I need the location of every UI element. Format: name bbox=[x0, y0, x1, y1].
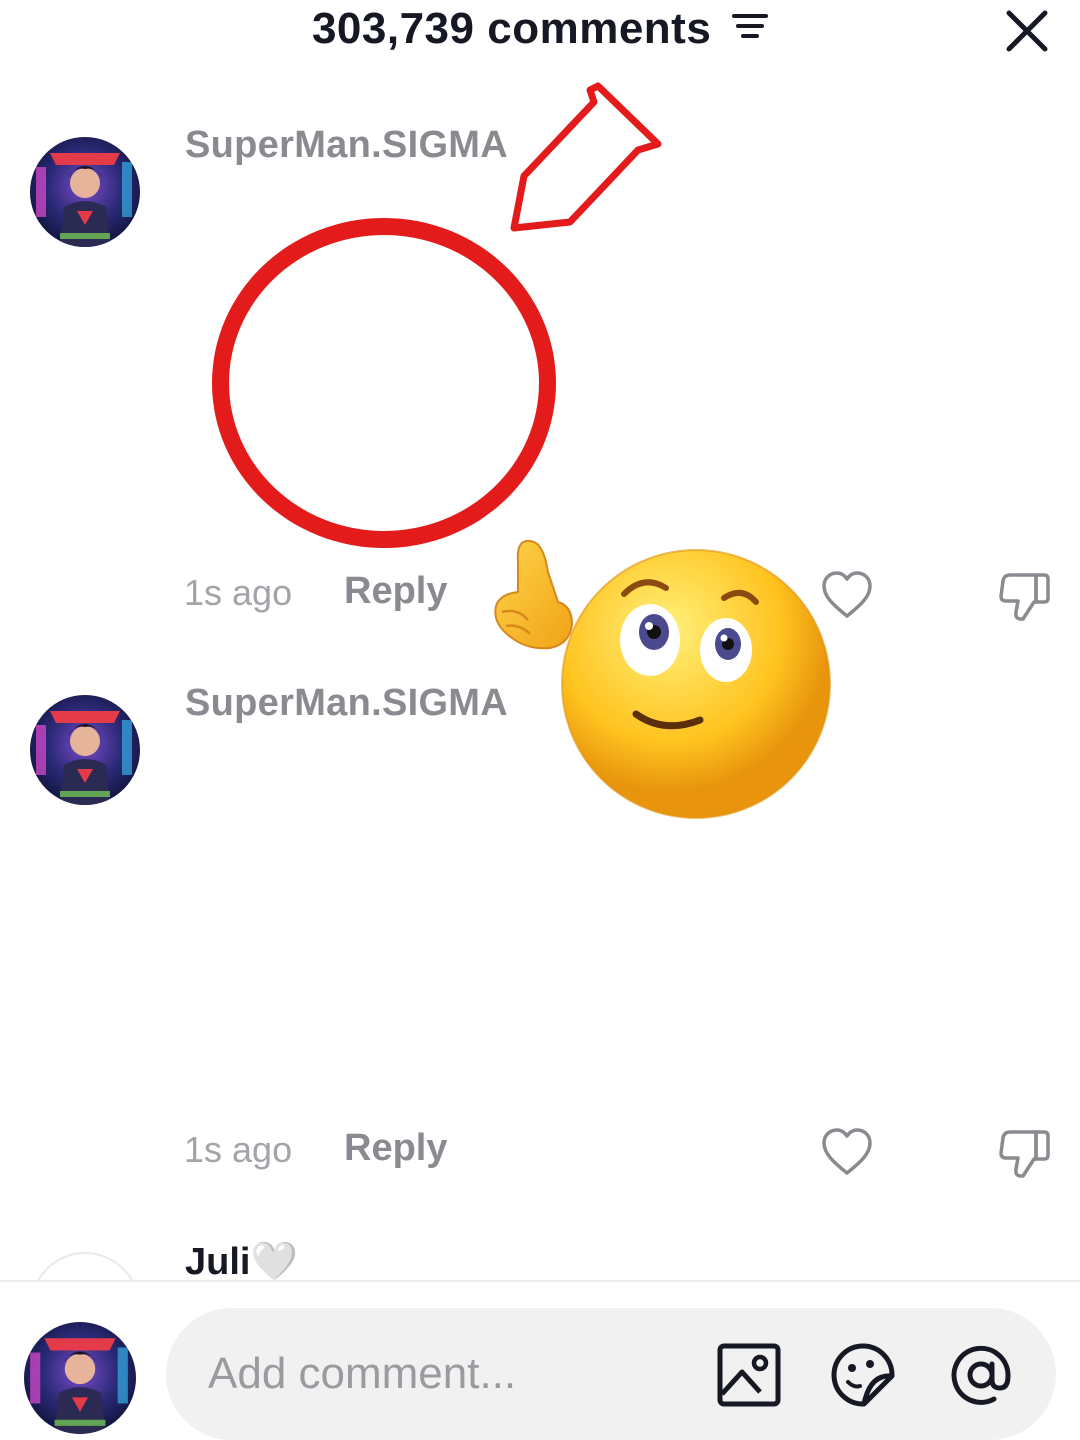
highlight-circle-annotation bbox=[212, 218, 556, 548]
pointing-up-smiley-emoji bbox=[488, 532, 838, 822]
arrow-annotation-icon bbox=[500, 82, 670, 237]
comment-timestamp: 1s ago bbox=[184, 1129, 293, 1170]
image-icon[interactable] bbox=[716, 1342, 782, 1408]
heart-outline-icon[interactable] bbox=[820, 1127, 874, 1177]
thumbs-down-icon[interactable] bbox=[998, 1127, 1052, 1181]
comment-input[interactable] bbox=[208, 1338, 688, 1410]
reply-button[interactable]: Reply bbox=[344, 1127, 447, 1170]
comment-username[interactable]: SuperMan.SIGMA bbox=[185, 124, 508, 167]
comment-username[interactable]: SuperMan.SIGMA bbox=[185, 682, 508, 725]
thumbs-down-icon[interactable] bbox=[998, 570, 1052, 624]
comment-composer-bar bbox=[0, 1280, 1080, 1440]
user-avatar[interactable] bbox=[30, 1252, 140, 1280]
comment-timestamp: 1s ago bbox=[184, 572, 293, 613]
comment-username[interactable]: Juli🤍 bbox=[185, 1240, 298, 1280]
comment-input-container[interactable] bbox=[166, 1308, 1056, 1440]
user-avatar[interactable] bbox=[30, 137, 140, 247]
comment-item-partial: Juli🤍 bbox=[0, 1238, 1080, 1280]
user-avatar[interactable] bbox=[30, 695, 140, 805]
reply-button[interactable]: Reply bbox=[344, 570, 447, 613]
sticker-icon[interactable] bbox=[830, 1342, 896, 1408]
current-user-avatar bbox=[24, 1322, 136, 1434]
at-mention-icon[interactable] bbox=[948, 1342, 1014, 1408]
